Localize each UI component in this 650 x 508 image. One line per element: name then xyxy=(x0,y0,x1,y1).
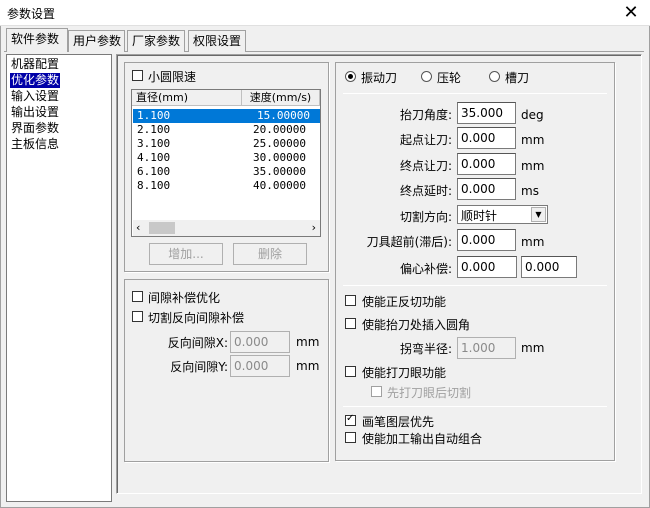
divider xyxy=(343,285,607,286)
tab-software-params[interactable]: 软件参数 xyxy=(6,28,68,52)
auto-combine-checkbox[interactable] xyxy=(345,432,356,443)
radio-vibrating-knife-label: 振动刀 xyxy=(361,71,398,85)
gap-y-unit: mm xyxy=(296,359,320,373)
table-row[interactable]: 2.100 20.00000 xyxy=(133,123,320,137)
scroll-right-icon[interactable]: › xyxy=(312,220,316,236)
table-row[interactable]: 3.100 25.00000 xyxy=(133,137,320,151)
speed-cell: 25.00000 xyxy=(253,137,306,150)
diameter-cell: 1.100 xyxy=(137,109,171,122)
settings-nav-list[interactable]: 机器配置 优化参数 输入设置 输出设置 界面参数 主板信息 xyxy=(6,54,112,502)
knife-eye-checkbox[interactable] xyxy=(345,366,356,377)
eye-first-label: 先打刀眼后切割 xyxy=(387,386,472,400)
start-offset-unit: mm xyxy=(521,133,545,147)
radio-groove-knife[interactable] xyxy=(489,71,500,82)
title-bar xyxy=(0,0,650,26)
radio-vibrating-knife[interactable] xyxy=(345,71,356,82)
turn-radius-field[interactable]: 1.000 xyxy=(457,337,516,359)
window-title: 参数设置 xyxy=(7,7,56,21)
auto-combine-label: 使能加工输出自动组合 xyxy=(362,432,483,446)
reverse-cut-checkbox[interactable] xyxy=(345,295,356,306)
table-row[interactable]: 8.100 40.00000 xyxy=(133,179,320,193)
add-button[interactable]: 增加... xyxy=(149,243,223,265)
end-offset-label: 终点让刀: xyxy=(399,159,452,173)
speed-cell: 40.00000 xyxy=(253,179,306,192)
turn-radius-unit: mm xyxy=(521,341,545,355)
lift-angle-unit: deg xyxy=(521,108,544,122)
speed-limit-table[interactable]: 直径(mm) 速度(mm/s) 1.100 15.00000 2.100 20.… xyxy=(131,89,321,237)
eccentric-comp-y-field[interactable]: 0.000 xyxy=(521,256,577,278)
reverse-cut-label: 使能正反切功能 xyxy=(362,295,447,309)
table-row[interactable]: 6.100 35.00000 xyxy=(133,165,320,179)
tab-user-params[interactable]: 用户参数 xyxy=(68,30,125,52)
small-circle-checkbox[interactable] xyxy=(132,70,143,81)
nav-item-board-info[interactable]: 主板信息 xyxy=(10,137,60,152)
nav-item-output-settings[interactable]: 输出设置 xyxy=(10,105,60,120)
speed-cell: 30.00000 xyxy=(253,151,306,164)
gap-y-field[interactable]: 0.000 xyxy=(230,355,290,377)
nav-item-machine-config[interactable]: 机器配置 xyxy=(10,57,60,72)
table-row[interactable]: 1.100 15.00000 xyxy=(133,109,320,123)
turn-radius-label: 拐弯半径: xyxy=(399,342,452,356)
eccentric-comp-label: 偏心补偿: xyxy=(399,262,452,276)
gap-y-label: 反向间隙Y: xyxy=(170,360,228,374)
end-delay-field[interactable]: 0.000 xyxy=(457,178,516,200)
end-delay-unit: ms xyxy=(521,184,539,198)
insert-arc-checkbox[interactable] xyxy=(345,318,356,329)
tool-advance-field[interactable]: 0.000 xyxy=(457,229,516,251)
close-icon[interactable]: ✕ xyxy=(620,2,642,24)
speed-cell: 20.00000 xyxy=(253,123,306,136)
small-circle-label: 小圆限速 xyxy=(148,70,197,84)
diameter-cell: 8.100 xyxy=(137,179,171,192)
gap-x-label: 反向间隙X: xyxy=(167,336,228,350)
diameter-cell: 3.100 xyxy=(137,137,171,150)
reverse-gap-label: 切割反向间隙补偿 xyxy=(148,311,245,325)
reverse-gap-checkbox[interactable] xyxy=(132,311,143,322)
tab-vendor-params[interactable]: 厂家参数 xyxy=(127,30,185,52)
nav-item-ui-params[interactable]: 界面参数 xyxy=(10,121,60,136)
cut-direction-value: 顺时针 xyxy=(461,209,498,223)
tool-advance-label: 刀具超前(滞后): xyxy=(366,235,452,249)
start-offset-field[interactable]: 0.000 xyxy=(457,127,516,149)
gap-x-unit: mm xyxy=(296,335,320,349)
column-header-speed[interactable]: 速度(mm/s) xyxy=(242,90,320,106)
lift-angle-field[interactable]: 35.000 xyxy=(457,102,516,124)
cut-direction-label: 切割方向: xyxy=(399,210,452,224)
radio-pressure-wheel[interactable] xyxy=(421,71,432,82)
insert-arc-label: 使能抬刀处插入圆角 xyxy=(362,318,471,332)
end-offset-unit: mm xyxy=(521,159,545,173)
diameter-cell: 2.100 xyxy=(137,123,171,136)
pen-layer-checkbox[interactable] xyxy=(345,413,356,426)
radio-pressure-wheel-label: 压轮 xyxy=(437,71,462,85)
table-horizontal-scrollbar[interactable]: ‹ › xyxy=(133,220,320,236)
start-offset-label: 起点让刀: xyxy=(399,133,452,147)
speed-cell: 15.00000 xyxy=(257,109,310,122)
divider xyxy=(343,93,607,94)
delete-button[interactable]: 删除 xyxy=(233,243,307,265)
gap-x-field[interactable]: 0.000 xyxy=(230,331,290,353)
column-header-diameter[interactable]: 直径(mm) xyxy=(132,90,242,106)
divider xyxy=(343,406,607,407)
gap-optimize-label: 间隙补偿优化 xyxy=(148,291,221,305)
nav-item-optimize-params[interactable]: 优化参数 xyxy=(8,72,62,89)
scrollbar-thumb[interactable] xyxy=(149,222,175,234)
nav-item-input-settings[interactable]: 输入设置 xyxy=(10,89,60,104)
gap-optimize-checkbox[interactable] xyxy=(132,291,143,302)
cut-direction-select[interactable]: 顺时针 ▼ xyxy=(457,205,548,224)
tool-advance-unit: mm xyxy=(521,235,545,249)
diameter-cell: 4.100 xyxy=(137,151,171,164)
tab-permissions[interactable]: 权限设置 xyxy=(188,30,246,52)
diameter-cell: 6.100 xyxy=(137,165,171,178)
radio-groove-knife-label: 槽刀 xyxy=(505,71,530,85)
knife-eye-label: 使能打刀眼功能 xyxy=(362,366,447,380)
table-row[interactable]: 4.100 30.00000 xyxy=(133,151,320,165)
eye-first-checkbox[interactable] xyxy=(371,386,382,397)
chevron-down-icon[interactable]: ▼ xyxy=(531,207,546,222)
speed-cell: 35.00000 xyxy=(253,165,306,178)
pen-layer-label: 画笔图层优先 xyxy=(362,415,435,429)
end-delay-label: 终点延时: xyxy=(399,184,452,198)
scroll-left-icon[interactable]: ‹ xyxy=(136,220,140,236)
eccentric-comp-x-field[interactable]: 0.000 xyxy=(457,256,517,278)
lift-angle-label: 抬刀角度: xyxy=(399,108,452,122)
end-offset-field[interactable]: 0.000 xyxy=(457,153,516,175)
